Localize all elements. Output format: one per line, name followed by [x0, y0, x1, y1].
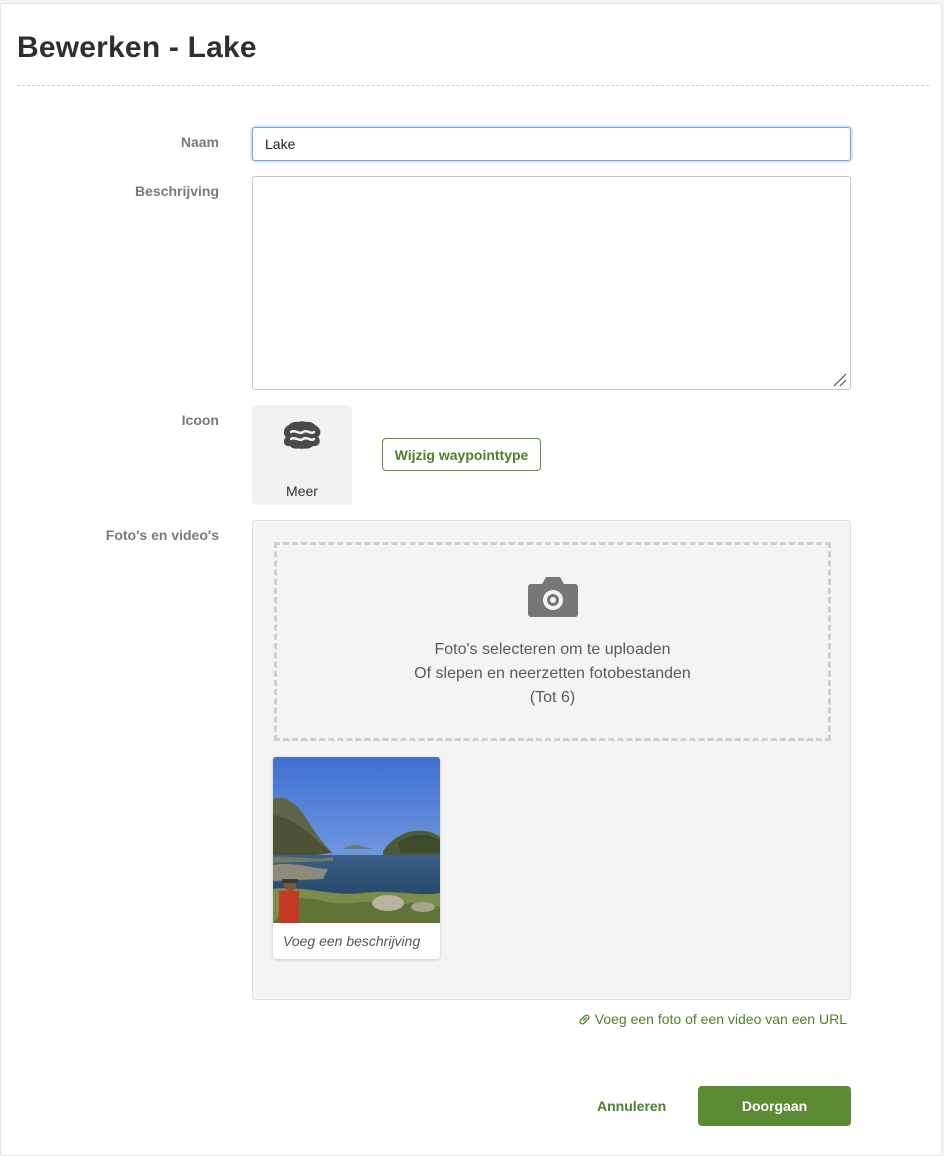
description-label: Beschrijving	[134, 183, 219, 199]
add-media-url-link[interactable]: Voeg een foto of een video van een URL	[578, 1011, 847, 1027]
icon-label: Icoon	[181, 412, 219, 428]
waypoint-icon-preview: Meer	[252, 405, 352, 505]
cancel-link[interactable]: Annuleren	[597, 1098, 666, 1114]
media-area: Foto's selecteren om te uploaden Of slep…	[252, 520, 851, 1000]
continue-button[interactable]: Doorgaan	[698, 1086, 851, 1126]
description-textarea[interactable]	[252, 176, 851, 390]
upload-drag-hint: Of slepen en neerzetten fotobestanden	[414, 665, 691, 682]
icon-caption: Meer	[286, 483, 318, 499]
title-divider	[17, 85, 929, 86]
camera-icon	[528, 577, 578, 617]
media-label: Foto's en video's	[105, 527, 219, 543]
edit-waypoint-panel: Bewerken - Lake Naam Beschrijving Icoon …	[0, 3, 942, 1156]
page-title: Bewerken - Lake	[17, 31, 257, 64]
name-input[interactable]	[252, 127, 851, 161]
photo-thumbnail-card[interactable]: Voeg een beschrijving	[273, 757, 440, 959]
add-media-url-label: Voeg een foto of een video van een URL	[594, 1011, 847, 1027]
photo-dropzone[interactable]: Foto's selecteren om te uploaden Of slep…	[274, 542, 831, 741]
lake-photo	[273, 757, 440, 923]
name-label: Naam	[180, 134, 219, 150]
resize-handle-icon[interactable]	[831, 371, 847, 387]
upload-instruction: Foto's selecteren om te uploaden	[434, 641, 671, 658]
upload-limit: (Tot 6)	[529, 689, 576, 706]
change-waypoint-type-button[interactable]: Wijzig waypointtype	[382, 438, 541, 471]
photo-caption-input[interactable]: Voeg een beschrijving	[283, 933, 420, 949]
lake-icon	[283, 421, 321, 449]
link-icon	[579, 1014, 590, 1024]
